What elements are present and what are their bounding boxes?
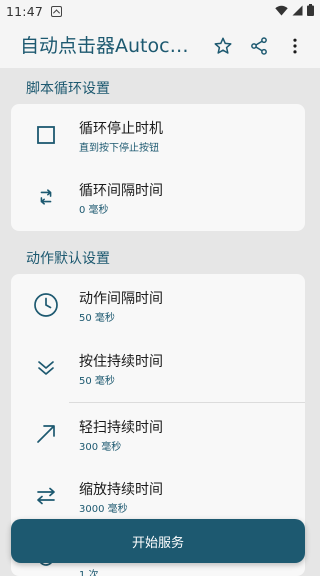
loop-interval-title: 循环间隔时间 xyxy=(79,183,163,199)
wifi-icon xyxy=(275,5,288,19)
loop-interval-item[interactable]: 循环间隔时间 0 毫秒 xyxy=(11,166,305,228)
loop-stop-timing-value: 直到按下停止按钮 xyxy=(79,143,159,154)
action-interval-value: 50 毫秒 xyxy=(79,313,115,324)
more-vert-icon[interactable] xyxy=(280,31,310,61)
action-interval-item[interactable]: 动作间隔时间 50 毫秒 xyxy=(11,274,305,336)
pinch-duration-item[interactable]: 缩放持续时间 3000 毫秒 xyxy=(11,465,305,527)
pinch-duration-title: 缩放持续时间 xyxy=(79,482,163,498)
hold-duration-value: 50 毫秒 xyxy=(79,376,115,387)
checkbox-outline-icon xyxy=(31,120,61,150)
start-service-button[interactable]: 开始服务 xyxy=(11,519,305,563)
clock-icon xyxy=(31,290,61,320)
action-interval-title: 动作间隔时间 xyxy=(79,291,163,307)
section-header-script-loop: 脚本循环设置 xyxy=(26,81,110,97)
battery-icon xyxy=(307,4,314,19)
hold-duration-title: 按住持续时间 xyxy=(79,354,163,370)
repeat-icon xyxy=(31,182,61,212)
loop-stop-timing-title: 循环停止时机 xyxy=(79,121,163,137)
section-header-action-defaults: 动作默认设置 xyxy=(26,251,110,267)
repeat-count-value: 1 次 xyxy=(79,570,99,576)
star-icon[interactable] xyxy=(208,31,238,61)
swipe-duration-value: 300 毫秒 xyxy=(79,442,122,453)
app-bar: 自动点击器Autocl... xyxy=(0,22,320,68)
swipe-duration-title: 轻扫持续时间 xyxy=(79,420,163,436)
loop-interval-value: 0 毫秒 xyxy=(79,205,109,216)
app-actions xyxy=(202,31,310,61)
app-title: 自动点击器Autocl... xyxy=(20,35,192,57)
share-icon[interactable] xyxy=(244,31,274,61)
loop-stop-timing-item[interactable]: 循环停止时机 直到按下停止按钮 xyxy=(11,104,305,166)
signal-icon xyxy=(292,5,303,19)
arrow-diagonal-icon xyxy=(31,419,61,449)
hold-duration-item[interactable]: 按住持续时间 50 毫秒 xyxy=(11,337,305,399)
notification-icon xyxy=(51,5,63,17)
status-icons xyxy=(275,4,314,19)
double-chevron-down-icon xyxy=(31,353,61,383)
swap-horizontal-icon xyxy=(31,481,61,511)
status-time: 11:47 xyxy=(6,3,44,19)
status-bar: 11:47 xyxy=(0,0,320,22)
swipe-duration-item[interactable]: 轻扫持续时间 300 毫秒 xyxy=(11,403,305,465)
pinch-duration-value: 3000 毫秒 xyxy=(79,504,128,515)
script-loop-card: 循环停止时机 直到按下停止按钮 循环间隔时间 0 毫秒 xyxy=(11,104,305,231)
